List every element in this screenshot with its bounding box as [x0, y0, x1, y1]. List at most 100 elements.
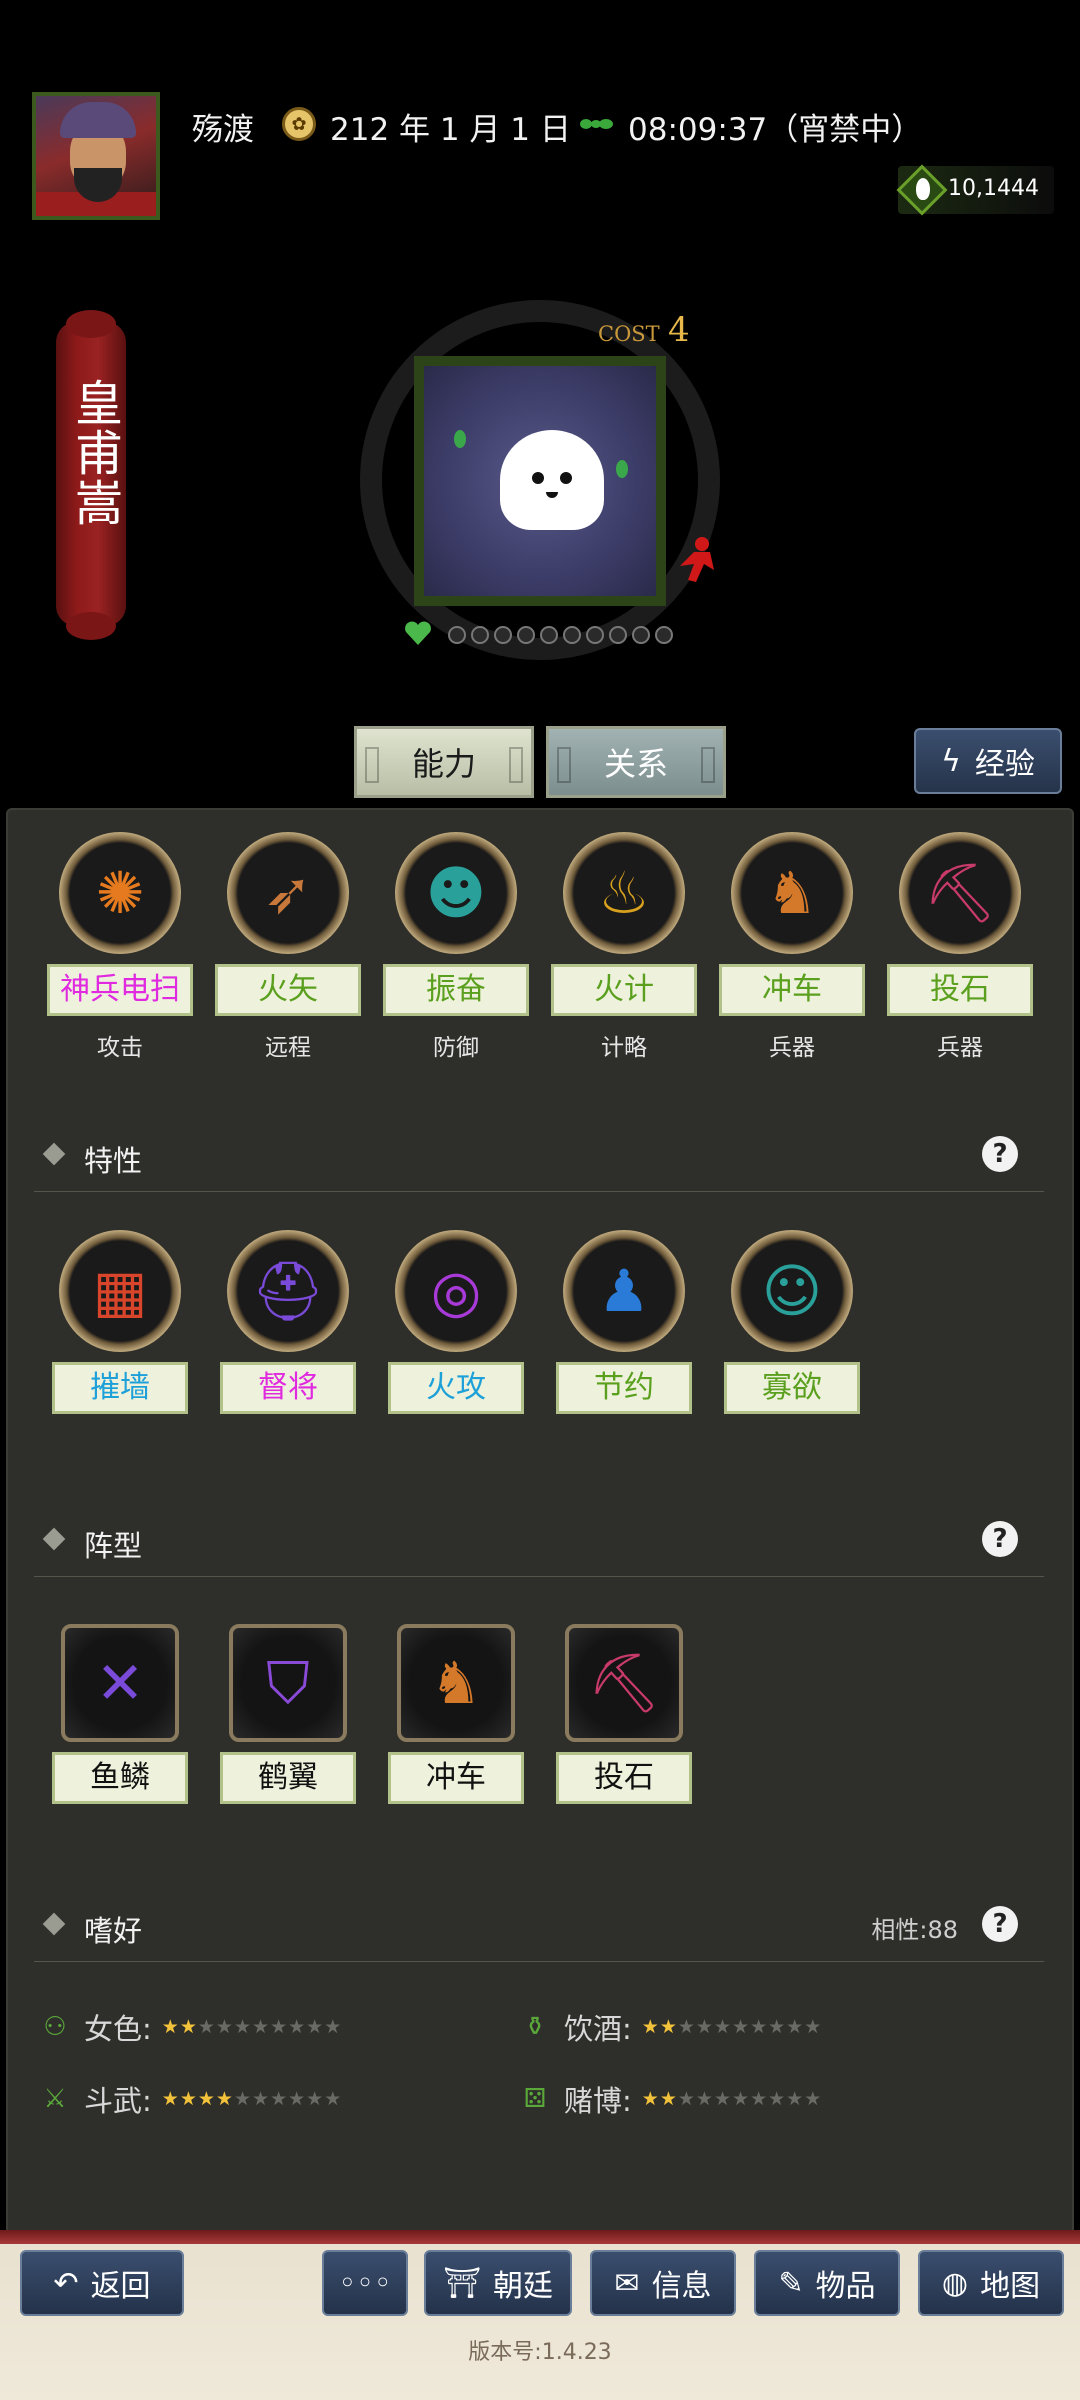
traits-title: 特性: [84, 1144, 143, 1178]
skill-label: 火矢: [215, 964, 361, 1016]
star-filled-icon: ★: [641, 2088, 660, 2110]
formation-item[interactable]: ⛉ 鹤翼: [213, 1624, 363, 1804]
star-empty-icon: ★: [252, 2088, 271, 2110]
trait-item[interactable]: ⛑ 督将: [213, 1230, 363, 1414]
skill-label: 火计: [551, 964, 697, 1016]
wisp-icon: [616, 460, 628, 478]
globe-icon: ◍: [941, 2265, 969, 2301]
star-empty-icon: ★: [713, 2088, 733, 2110]
traits-help-button[interactable]: ?: [982, 1136, 1018, 1172]
piggy-bank-icon: ♟: [563, 1230, 685, 1352]
cost-value: 4: [668, 310, 690, 350]
scroll-icon: ✎: [778, 2265, 804, 2301]
exp-button[interactable]: ϟ 经验: [914, 728, 1062, 794]
star-filled-icon: ★: [179, 2088, 198, 2110]
star-filled-icon: ★: [641, 2016, 660, 2038]
star-empty-icon: ★: [786, 2088, 805, 2110]
level-dot: [655, 626, 673, 644]
general-name: 皇甫嵩: [66, 378, 122, 528]
info-button[interactable]: ✉ 信息: [590, 2250, 736, 2316]
hobbies-title: 嗜好: [84, 1914, 143, 1948]
location-name: 殇渡: [192, 112, 254, 148]
money-bag-icon: [916, 178, 930, 200]
formation-label: 冲车: [388, 1752, 524, 1804]
star-empty-icon: ★: [713, 2016, 733, 2038]
bottom-bar-border: [0, 2230, 1080, 2244]
shout-icon: ☻: [395, 832, 517, 954]
lightning-icon: ϟ: [941, 743, 961, 779]
trait-item[interactable]: ☺ 寡欲: [717, 1230, 867, 1414]
star-empty-icon: ★: [270, 2016, 289, 2038]
skill-item[interactable]: ⛏ 投石 兵器: [885, 832, 1035, 1062]
formations-header: 阵型 ?: [34, 1503, 1044, 1577]
star-empty-icon: ★: [768, 2016, 787, 2038]
formation-item[interactable]: ✕ 鱼鳞: [45, 1624, 195, 1804]
skill-item[interactable]: ☻ 振奋 防御: [381, 832, 531, 1062]
map-button[interactable]: ◍ 地图: [918, 2250, 1064, 2316]
hobbies-help-button[interactable]: ?: [982, 1906, 1018, 1942]
trait-label: 节约: [556, 1362, 692, 1414]
skill-item[interactable]: ♨ 火计 计略: [549, 832, 699, 1062]
star-filled-icon: ★: [659, 2088, 678, 2110]
trait-item[interactable]: ▦ 摧墙: [45, 1230, 195, 1414]
star-empty-icon: ★: [750, 2016, 769, 2038]
items-button-label: 物品: [815, 2269, 876, 2304]
general-portrait-avatar[interactable]: [32, 92, 160, 220]
level-dot: [563, 626, 581, 644]
catapult-icon: ⛏: [899, 832, 1021, 954]
star-filled-icon: ★: [179, 2016, 198, 2038]
star-empty-icon: ★: [306, 2088, 325, 2110]
formation-item[interactable]: ⛏ 投石: [549, 1624, 699, 1804]
arrow-icon: ➶: [227, 832, 349, 954]
star-empty-icon: ★: [215, 2016, 234, 2038]
star-empty-icon: ★: [695, 2088, 714, 2110]
skill-item[interactable]: ♞ 冲车 兵器: [717, 832, 867, 1062]
version-label: 版本号:1.4.23: [468, 2340, 612, 2365]
ram-icon: ♞: [731, 832, 853, 954]
star-empty-icon: ★: [677, 2088, 696, 2110]
calendar-icon: ✿: [282, 107, 316, 141]
formation-item[interactable]: ♞ 冲车: [381, 1624, 531, 1804]
general-card[interactable]: [414, 356, 666, 606]
hobby-label: 女色:: [84, 2012, 152, 2046]
hobby-label: 斗武:: [84, 2084, 152, 2118]
star-empty-icon: ★: [233, 2016, 253, 2038]
more-dots-icon: ◦◦◦: [338, 2265, 392, 2301]
tab-ability[interactable]: 能力: [354, 726, 534, 798]
ram-icon: ♞: [397, 1624, 515, 1742]
level-dot: [471, 626, 489, 644]
ant-icon: [580, 119, 613, 129]
exp-button-label: 经验: [974, 747, 1035, 782]
items-button[interactable]: ✎ 物品: [754, 2250, 900, 2316]
star-empty-icon: ★: [197, 2016, 216, 2038]
wing-icon: ⛉: [229, 1624, 347, 1742]
court-button[interactable]: ⛩ 朝廷: [424, 2250, 572, 2316]
palace-icon: ⛩: [442, 2265, 482, 2301]
skill-label: 神兵电扫: [47, 964, 193, 1016]
skill-item[interactable]: ➶ 火矢 远程: [213, 832, 363, 1062]
back-arrow-icon: ↶: [53, 2265, 79, 2301]
star-empty-icon: ★: [750, 2088, 769, 2110]
trait-item[interactable]: ♟ 节约: [549, 1230, 699, 1414]
star-empty-icon: ★: [288, 2088, 307, 2110]
tab-relation[interactable]: 关系: [546, 726, 726, 798]
formations-help-button[interactable]: ?: [982, 1521, 1018, 1557]
trait-item[interactable]: ◎ 火攻: [381, 1230, 531, 1414]
skill-item[interactable]: ✺ 神兵电扫 攻击: [45, 832, 195, 1062]
catapult-icon: ⛏: [565, 1624, 683, 1742]
game-time: 08:09:37（宵禁中）: [628, 112, 923, 148]
formation-label: 鱼鳞: [52, 1752, 188, 1804]
hobby-label: 饮酒:: [564, 2012, 632, 2046]
traits-header: 特性 ?: [34, 1118, 1044, 1192]
skill-category: 兵器: [937, 1035, 983, 1061]
back-button[interactable]: ↶ 返回: [20, 2250, 184, 2316]
star-empty-icon: ★: [677, 2016, 696, 2038]
map-button-label: 地图: [980, 2269, 1041, 2304]
star-empty-icon: ★: [768, 2088, 787, 2110]
info-button-label: 信息: [651, 2269, 712, 2304]
hobby-stars: ★★★★★★★★★★: [162, 2016, 342, 2038]
more-button[interactable]: ◦◦◦: [322, 2250, 408, 2316]
star-filled-icon: ★: [161, 2016, 180, 2038]
trait-label: 火攻: [388, 1362, 524, 1414]
hobby-row: ⚄ 赌博: ★★★★★★★★★★: [516, 2078, 822, 2120]
